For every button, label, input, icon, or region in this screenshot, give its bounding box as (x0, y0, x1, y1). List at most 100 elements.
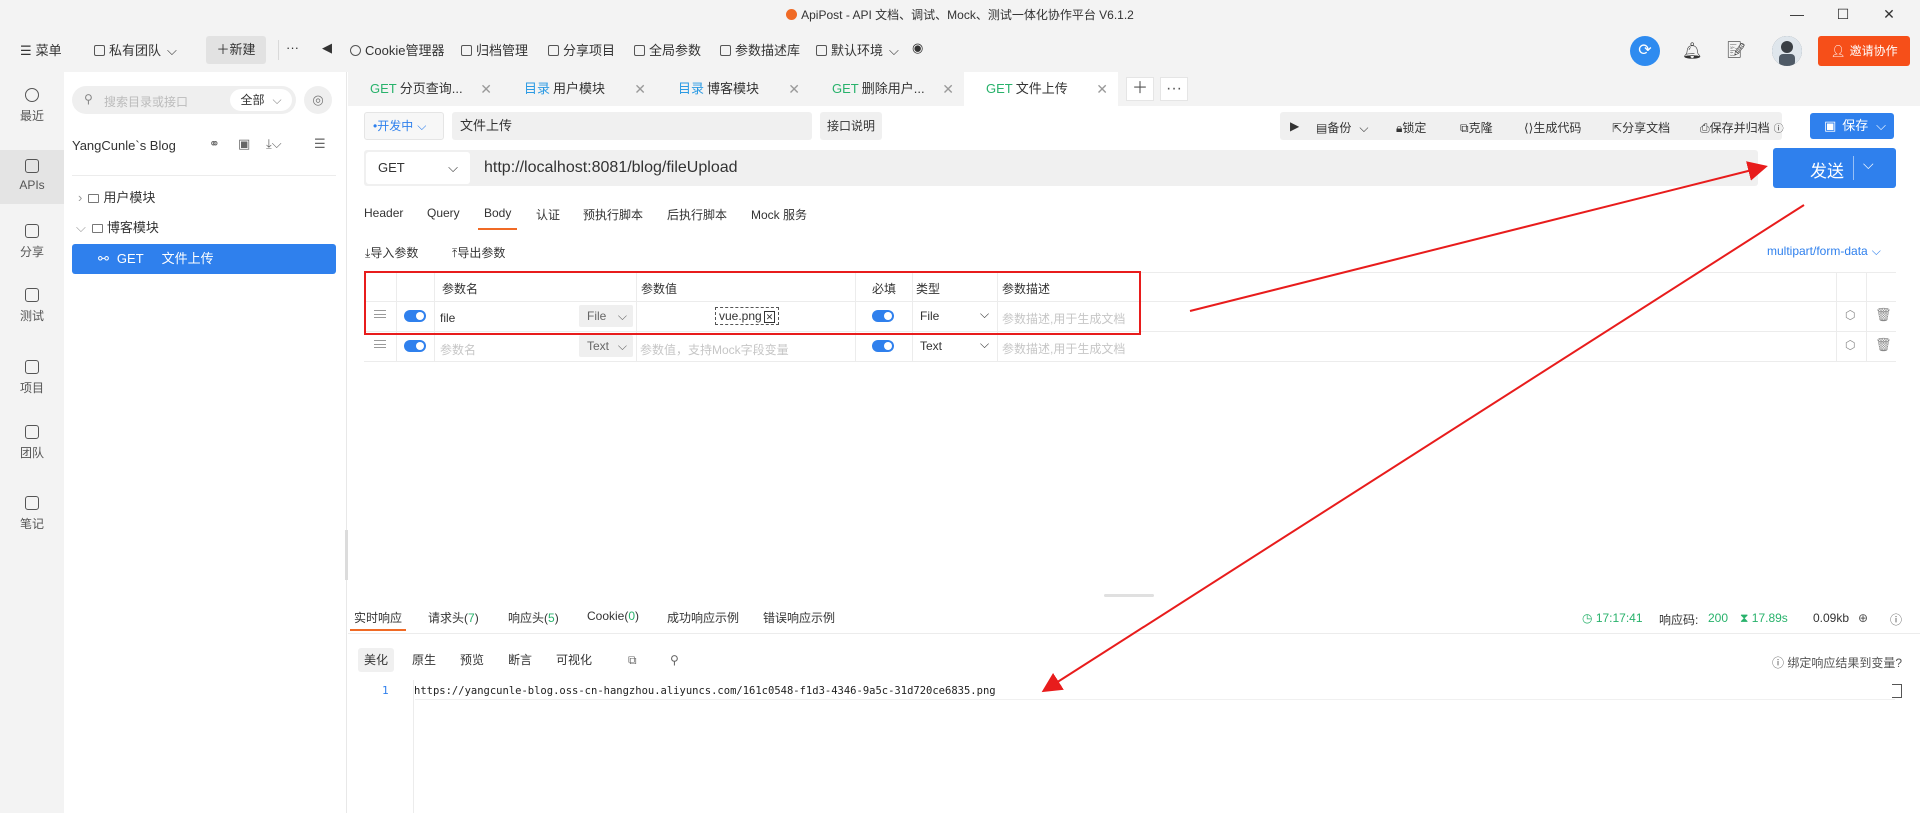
view-raw[interactable]: 原生 (406, 648, 442, 672)
param-desc-lib-button[interactable]: 参数描述库 (720, 40, 800, 59)
enable-toggle[interactable] (404, 340, 426, 352)
nav-test[interactable]: 测试 (0, 286, 64, 336)
add-folder-icon[interactable]: ▣ (238, 136, 250, 152)
search-icon[interactable]: ⚲ (664, 648, 685, 672)
method-select[interactable]: GET ⌵ (366, 152, 470, 184)
sync-icon[interactable]: ⟳ (1630, 36, 1660, 66)
copy-icon[interactable]: ⧉ (622, 648, 643, 672)
trash-icon[interactable]: 🗑︎ (1875, 337, 1892, 353)
tab-success-example[interactable]: 成功响应示例 (667, 609, 739, 626)
trash-icon[interactable]: 🗑︎ (1875, 307, 1892, 323)
locate-icon[interactable]: ◎ (304, 86, 332, 114)
save-archive-button[interactable]: ⎙保存并归档 ⓘ (1700, 119, 1784, 136)
archive-button[interactable]: 归档管理 (461, 40, 528, 59)
param-value-input[interactable]: 参数值，支持Mock字段变量 (640, 341, 789, 358)
menu-button[interactable]: ☰ 菜单 (20, 40, 62, 59)
generate-code-button[interactable]: ⟨⟩生成代码 (1524, 119, 1581, 136)
param-kind-select[interactable]: Text ⌵ (579, 335, 633, 357)
save-button[interactable]: ▣ 保存 ⌵ (1810, 113, 1894, 139)
tab-error-example[interactable]: 错误响应示例 (763, 609, 835, 626)
tab-item[interactable]: GET 分页查询... ✕ (348, 72, 502, 106)
nav-notes[interactable]: 笔记 (0, 494, 64, 544)
export-params-button[interactable]: ⤒导出参数 (452, 244, 505, 261)
param-type-select[interactable]: Text (920, 339, 942, 353)
nav-recent[interactable]: 最近 (0, 86, 64, 136)
response-body[interactable]: 1 https://yangcunle-blog.oss-cn-hangzhou… (348, 680, 1920, 813)
tree-api-file-upload[interactable]: ⚯ GET 文件上传 (72, 244, 336, 274)
tab-query[interactable]: Query (427, 206, 460, 220)
tab-request-headers[interactable]: 请求头(7) (428, 609, 479, 626)
eye-icon[interactable]: ◉ (912, 40, 923, 56)
tab-item[interactable]: 目录 用户模块 ✕ (502, 72, 656, 106)
nav-team[interactable]: 团队 (0, 423, 64, 473)
tab-item-active[interactable]: GET 文件上传 ✕ (964, 72, 1118, 106)
tree-folder-user[interactable]: › 用户模块 (72, 183, 336, 213)
tab-body[interactable]: Body (477, 206, 518, 230)
send-button[interactable]: 发送 ⌵ (1773, 148, 1896, 188)
filter-select[interactable]: 全部 ⌵ (230, 89, 292, 111)
close-button[interactable]: ✕ (1866, 0, 1912, 28)
tab-item[interactable]: 目录 博客模块 ✕ (656, 72, 810, 106)
nav-share[interactable]: 分享 (0, 222, 64, 272)
lock-button[interactable]: 🔒︎锁定 (1396, 119, 1426, 136)
panel-resize-handle[interactable] (1104, 594, 1154, 597)
invite-button[interactable]: 👤︎ 邀请协作 (1818, 36, 1910, 66)
info-icon[interactable]: ⓘ (1890, 611, 1902, 628)
cookie-manager-button[interactable]: Cookie管理器 (350, 40, 444, 59)
minimize-button[interactable]: — (1774, 0, 1820, 28)
more-tabs-button[interactable]: ··· (1160, 77, 1188, 101)
view-preview[interactable]: 预览 (454, 648, 490, 672)
content-type-select[interactable]: multipart/form-data ⌵ (1767, 244, 1881, 259)
nav-project[interactable]: 项目 (0, 358, 64, 408)
avatar[interactable] (1772, 36, 1802, 66)
team-selector[interactable]: 私有团队 ⌵ (94, 40, 177, 59)
tab-auth[interactable]: 认证 (536, 206, 560, 223)
tab-item[interactable]: GET 删除用户... ✕ (810, 72, 964, 106)
chevron-down-icon[interactable]: ⌵ (980, 337, 989, 352)
cube-icon[interactable]: ⬡ (1845, 308, 1855, 322)
close-icon[interactable]: ✕ (634, 72, 646, 106)
close-icon[interactable]: ✕ (942, 72, 954, 106)
view-visualize[interactable]: 可视化 (550, 648, 598, 672)
bell-icon[interactable]: 🔔︎ (1682, 41, 1702, 61)
url-input[interactable]: http://localhost:8081/blog/fileUpload (484, 159, 738, 177)
chevron-down-icon[interactable]: ⌵ (1863, 156, 1874, 173)
add-tab-button[interactable]: ＋ (1126, 77, 1154, 101)
global-params-button[interactable]: 全局参数 (634, 40, 701, 59)
view-assert[interactable]: 断言 (502, 648, 538, 672)
play-icon[interactable]: ▶ (1290, 119, 1299, 133)
maximize-button[interactable]: ☐ (1820, 0, 1866, 28)
import-params-button[interactable]: ⤓导入参数 (365, 244, 418, 261)
api-name-input[interactable]: 文件上传 (452, 112, 812, 140)
clone-button[interactable]: ⧉克隆 (1460, 119, 1493, 136)
close-icon[interactable]: ✕ (788, 72, 800, 106)
tab-pre-script[interactable]: 预执行脚本 (583, 206, 643, 223)
tree-folder-blog[interactable]: ⌵ 博客模块 (72, 213, 336, 243)
tab-live-response[interactable]: 实时响应 (349, 609, 407, 631)
new-button[interactable]: ＋新建 (206, 36, 266, 64)
param-desc-input[interactable]: 参数描述,用于生成文档 (1002, 340, 1125, 357)
search-input[interactable]: ⚲ 搜索目录或接口 全部 ⌵ (72, 86, 296, 114)
more-button[interactable]: ··· (286, 40, 299, 55)
collapse-left-icon[interactable]: ◀ (322, 40, 332, 56)
environment-selector[interactable]: 默认环境 ⌵ (816, 40, 899, 59)
tab-response-headers[interactable]: 响应头(5) (508, 609, 559, 626)
collapse-tree-icon[interactable]: ☰ (314, 136, 326, 152)
backup-button[interactable]: ▤备份 ⌵ (1316, 119, 1368, 136)
param-name-input[interactable]: 参数名 (440, 341, 476, 358)
api-doc-button[interactable]: 接口说明 (820, 112, 882, 140)
tab-cookie[interactable]: Cookie(0) (587, 609, 639, 623)
share-doc-button[interactable]: ⇱分享文档 (1612, 119, 1670, 136)
cube-icon[interactable]: ⬡ (1845, 338, 1855, 352)
bind-variable-link[interactable]: ⓘ 绑定响应结果到变量? (1772, 654, 1902, 671)
status-select[interactable]: •开发中 ⌵ (364, 112, 444, 140)
drag-handle-icon[interactable] (374, 340, 386, 348)
nav-apis[interactable]: APIs (0, 150, 64, 204)
notes-icon[interactable]: 📝︎ (1726, 40, 1746, 60)
add-api-icon[interactable]: ⚭ (209, 136, 220, 152)
globe-icon[interactable]: ⊕ (1858, 611, 1868, 625)
tab-header[interactable]: Header (364, 206, 403, 220)
share-project-button[interactable]: 分享项目 (548, 40, 615, 59)
scrollbar-thumb[interactable] (1892, 684, 1902, 698)
close-icon[interactable]: ✕ (1096, 72, 1108, 106)
